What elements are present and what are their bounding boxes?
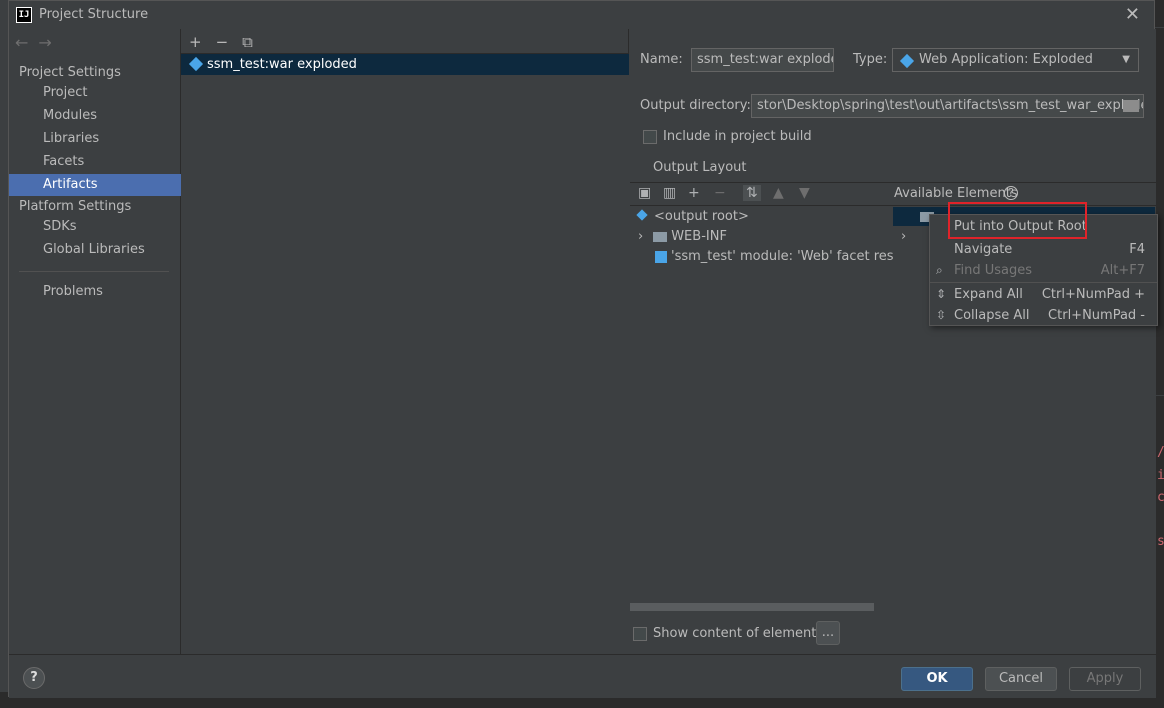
nav-item-project[interactable]: Project <box>9 82 181 104</box>
browse-folder-icon[interactable] <box>1123 100 1139 112</box>
search-icon: ⌕ <box>936 263 943 277</box>
background-code: c <box>1157 490 1164 505</box>
chevron-right-icon[interactable]: › <box>638 229 643 244</box>
menu-item-shortcut: Alt+F7 <box>1100 263 1145 278</box>
artifact-details: Name: ssm_test:war exploded Type: Web Ap… <box>630 29 1156 654</box>
window-title: Project Structure <box>39 7 149 22</box>
folder-icon <box>653 231 668 242</box>
menu-item-label: Find Usages <box>954 263 1033 278</box>
output-directory-field[interactable]: stor\Desktop\spring\test\out\artifacts\s… <box>751 94 1144 118</box>
nav-item-libraries[interactable]: Libraries <box>9 128 181 150</box>
move-up-icon[interactable]: ▲ <box>773 185 784 201</box>
sort-icon[interactable]: ⇅ <box>743 185 761 201</box>
show-content-options-button[interactable]: ... <box>816 621 840 645</box>
help-circle-icon[interactable]: ? <box>1004 186 1018 200</box>
forward-arrow-icon[interactable]: → <box>38 33 51 52</box>
copy-icon[interactable]: ⧉ <box>242 33 253 51</box>
ok-button[interactable]: OK <box>901 667 973 691</box>
highlight-box <box>948 202 1087 239</box>
archive-icon[interactable]: ▥ <box>663 185 676 201</box>
remove-icon[interactable]: − <box>714 185 726 201</box>
add-copy-icon[interactable]: + <box>688 185 700 201</box>
cancel-button[interactable]: Cancel <box>985 667 1057 691</box>
collapse-all-icon: ⇳ <box>936 308 947 322</box>
expand-all-icon: ⇕ <box>936 287 947 301</box>
tab-output-layout[interactable]: Output Layout <box>653 160 746 175</box>
diamond-icon <box>636 209 648 221</box>
horizontal-scrollbar[interactable] <box>630 603 874 611</box>
help-button[interactable]: ? <box>23 667 45 689</box>
move-down-icon[interactable]: ▼ <box>799 185 810 201</box>
title-bar: IJ Project Structure ✕ <box>9 1 1154 29</box>
show-content-checkbox[interactable] <box>633 627 647 641</box>
background-code: s <box>1157 534 1164 549</box>
include-in-build-checkbox[interactable] <box>643 130 657 144</box>
type-label: Type: <box>853 52 888 67</box>
tree-row-web-facet[interactable]: 'ssm_test' module: 'Web' facet resources <box>655 247 893 267</box>
menu-item-label: Expand All <box>954 287 1023 302</box>
name-field[interactable]: ssm_test:war exploded <box>691 48 834 72</box>
tree-row-output-root[interactable]: <output root> <box>636 207 749 227</box>
platform-settings-header: Platform Settings <box>19 199 132 214</box>
web-artifact-icon <box>188 56 204 72</box>
artifacts-list: ssm_test:war exploded <box>181 53 629 654</box>
nav-item-sdks[interactable]: SDKs <box>9 216 181 238</box>
include-in-build-label: Include in project build <box>663 129 812 144</box>
menu-divider <box>930 282 1157 283</box>
output-directory-label: Output directory: <box>640 98 751 113</box>
chevron-down-icon: ▼ <box>1122 54 1130 65</box>
artifact-item[interactable]: ssm_test:war exploded <box>181 54 629 75</box>
artifacts-panel: + − ⧉ ssm_test:war exploded <box>181 29 629 654</box>
artifact-item-label: ssm_test:war exploded <box>207 57 357 72</box>
project-structure-dialog: IJ Project Structure ✕ ← → Project Settin… <box>8 0 1156 698</box>
name-label: Name: <box>640 52 683 67</box>
back-arrow-icon[interactable]: ← <box>15 33 28 52</box>
menu-item-shortcut: F4 <box>1129 242 1145 257</box>
close-icon[interactable]: ✕ <box>1125 4 1140 25</box>
tree-row-web-inf[interactable]: › WEB-INF <box>638 227 727 247</box>
add-icon[interactable]: + <box>189 33 202 51</box>
remove-icon[interactable]: − <box>216 33 229 51</box>
nav-item-facets[interactable]: Facets <box>9 151 181 173</box>
menu-item-find-usages[interactable]: ⌕ Find Usages Alt+F7 <box>930 260 1157 281</box>
settings-nav: ← → Project Settings Project Modules Libr… <box>9 29 181 654</box>
menu-item-label: Navigate <box>954 242 1013 257</box>
background-ide-left <box>0 0 8 708</box>
background-code: i <box>1157 468 1164 483</box>
dialog-footer: ? OK Cancel Apply <box>9 654 1156 698</box>
nav-item-problems[interactable]: Problems <box>9 281 181 303</box>
menu-item-expand-all[interactable]: ⇕ Expand All Ctrl+NumPad + <box>930 284 1157 305</box>
available-elements-label: Available Elements <box>894 186 1018 201</box>
intellij-app-icon: IJ <box>16 7 32 23</box>
menu-item-collapse-all[interactable]: ⇳ Collapse All Ctrl+NumPad - <box>930 305 1157 326</box>
background-ide-right: / i c s <box>1155 0 1164 708</box>
tree-row-label: 'ssm_test' module: 'Web' facet resources <box>671 249 893 264</box>
web-facet-icon <box>655 250 667 263</box>
artifacts-toolbar: + − ⧉ <box>189 33 267 53</box>
apply-button[interactable]: Apply <box>1069 667 1141 691</box>
web-app-icon <box>899 53 915 69</box>
tree-row-label: <output root> <box>654 209 749 224</box>
nav-divider <box>19 271 169 272</box>
nav-history: ← → <box>15 33 62 52</box>
background-code: / <box>1157 445 1164 460</box>
show-content-label: Show content of elements <box>653 626 824 641</box>
menu-item-label: Collapse All <box>954 308 1030 323</box>
nav-item-modules[interactable]: Modules <box>9 105 181 127</box>
new-folder-icon[interactable]: ▣ <box>638 185 651 201</box>
menu-item-shortcut: Ctrl+NumPad - <box>1048 308 1145 323</box>
chevron-right-icon[interactable]: › <box>901 229 906 244</box>
project-settings-header: Project Settings <box>19 65 121 80</box>
available-element-expand[interactable]: › <box>901 227 906 247</box>
menu-item-shortcut: Ctrl+NumPad + <box>1041 287 1145 302</box>
type-select-value: Web Application: Exploded <box>919 52 1093 67</box>
tree-row-label: WEB-INF <box>671 229 727 244</box>
menu-item-navigate[interactable]: Navigate F4 <box>930 239 1157 260</box>
nav-item-artifacts[interactable]: Artifacts <box>9 174 181 196</box>
nav-item-global-libraries[interactable]: Global Libraries <box>9 239 181 261</box>
type-select[interactable]: Web Application: Exploded ▼ <box>892 48 1139 72</box>
